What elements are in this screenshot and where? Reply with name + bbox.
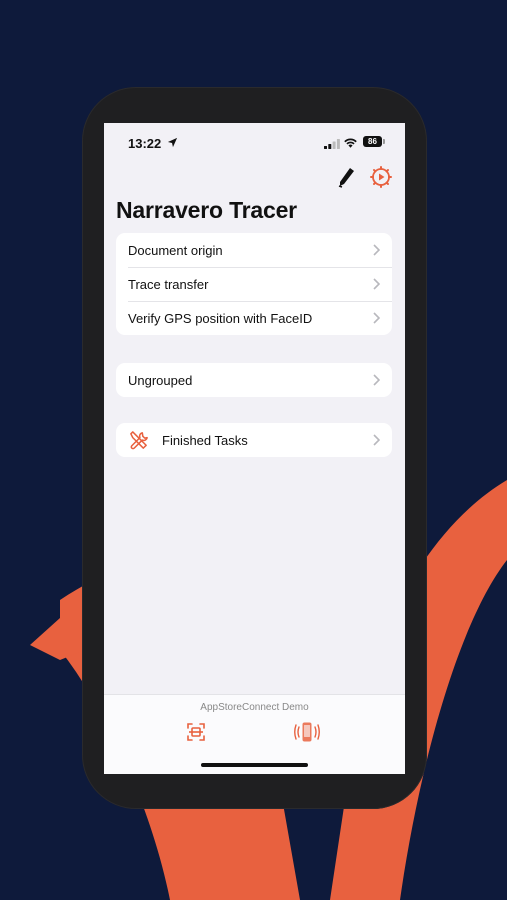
settings-play-icon[interactable] — [370, 166, 392, 188]
tab-bar: AppStoreConnect Demo — [104, 694, 405, 774]
home-indicator — [201, 763, 308, 767]
cellular-signal-icon — [324, 139, 340, 149]
location-arrow-icon — [167, 137, 178, 148]
chevron-right-icon — [373, 312, 380, 324]
battery-level: 86 — [363, 136, 382, 147]
app-screen: 13:22 86 Narravero Tracer Document origi… — [104, 123, 405, 774]
status-bar: 13:22 86 — [104, 123, 405, 163]
chevron-right-icon — [373, 278, 380, 290]
list-item-label: Document origin — [128, 242, 223, 258]
battery-tip — [383, 139, 385, 144]
task-group-ungrouped: Ungrouped — [116, 363, 392, 397]
chevron-right-icon — [373, 434, 380, 446]
phone-vibrate-icon[interactable] — [294, 721, 320, 743]
scan-icon[interactable] — [186, 722, 206, 742]
pen-icon[interactable] — [336, 166, 356, 188]
task-group-main: Document origin Trace transfer Verify GP… — [116, 233, 392, 335]
list-item-label: Ungrouped — [128, 372, 193, 388]
list-item-finished-tasks[interactable]: Finished Tasks — [116, 423, 392, 457]
list-item-label: Verify GPS position with FaceID — [128, 310, 313, 326]
list-item-label: Finished Tasks — [162, 432, 248, 448]
wifi-icon — [344, 138, 357, 148]
chevron-right-icon — [373, 244, 380, 256]
list-item-document-origin[interactable]: Document origin — [116, 233, 392, 267]
page-title: Narravero Tracer — [116, 197, 297, 223]
list-item-label: Trace transfer — [128, 276, 209, 292]
task-group-finished: Finished Tasks — [116, 423, 392, 457]
list-item-trace-transfer[interactable]: Trace transfer — [116, 267, 392, 301]
chevron-right-icon — [373, 374, 380, 386]
status-time: 13:22 — [128, 136, 162, 151]
list-item-ungrouped[interactable]: Ungrouped — [116, 363, 392, 397]
tab-bar-caption: AppStoreConnect Demo — [200, 702, 309, 713]
list-item-verify-gps[interactable]: Verify GPS position with FaceID — [116, 301, 392, 335]
tools-icon — [130, 430, 148, 449]
